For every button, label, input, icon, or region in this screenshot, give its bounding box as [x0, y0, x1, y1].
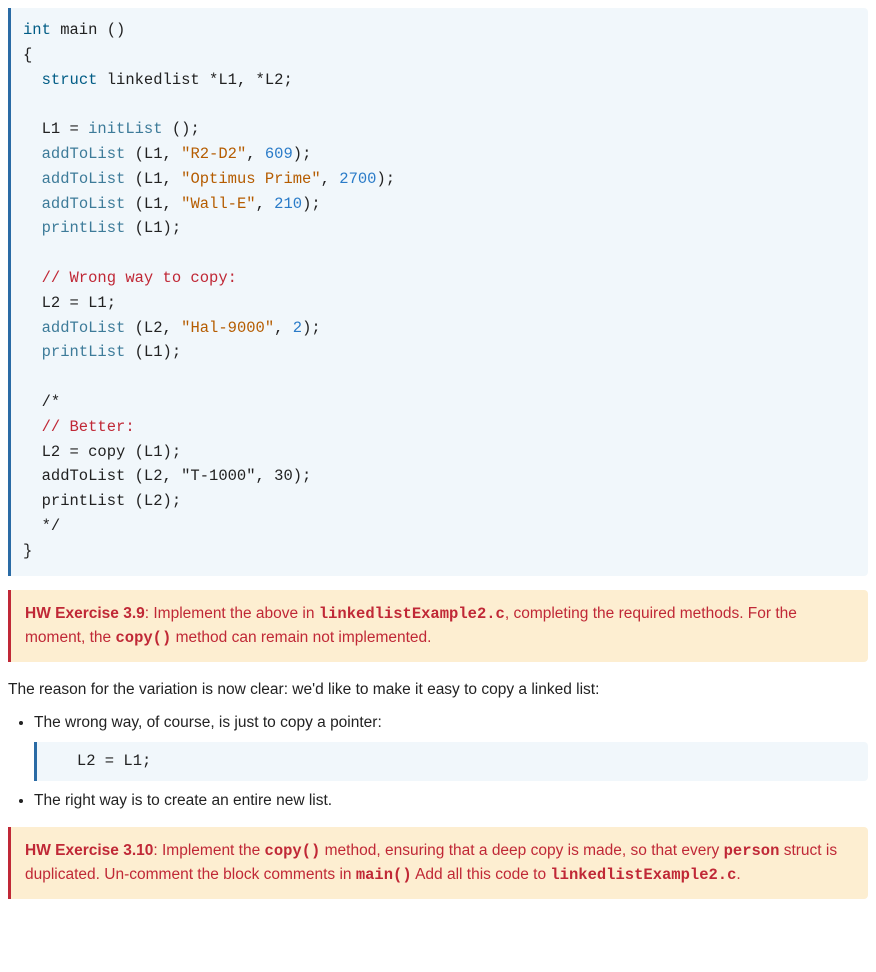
- comma: ,: [274, 319, 293, 337]
- block-comment-close: */: [23, 517, 60, 535]
- list-item-right-way: The right way is to create an entire new…: [34, 789, 868, 812]
- call-addtolist: addToList: [42, 319, 126, 337]
- exercise-3-9: HW Exercise 3.9: Implement the above in …: [8, 590, 868, 662]
- num-2: 2: [293, 319, 302, 337]
- call-args: (L1,: [125, 195, 181, 213]
- call-printlist: printList: [42, 219, 126, 237]
- assign-l2-l1: L2 = L1;: [23, 294, 116, 312]
- list-item-wrong-way: The wrong way, of course, is just to cop…: [34, 711, 868, 782]
- exercise-text: : Implement the above in: [145, 605, 319, 622]
- exercise-text: .: [736, 866, 740, 883]
- num-609: 609: [265, 145, 293, 163]
- num-210: 210: [274, 195, 302, 213]
- string-hal9000: "Hal-9000": [181, 319, 274, 337]
- indent: [23, 71, 42, 89]
- indent: [23, 170, 42, 188]
- exercise-label: HW Exercise 3.9: [25, 605, 145, 622]
- main-decl: main (): [51, 21, 125, 39]
- var-decl: linkedlist *L1, *L2;: [97, 71, 292, 89]
- body-intro-text: The reason for the variation is now clea…: [8, 678, 868, 701]
- call-args: (L1);: [125, 343, 181, 361]
- main-code-block: int main () { struct linkedlist *L1, *L2…: [8, 8, 868, 576]
- comma: ,: [321, 170, 340, 188]
- call-args: (L1,: [125, 145, 181, 163]
- indent: [23, 219, 42, 237]
- paren-close: );: [302, 319, 321, 337]
- call-args: ();: [163, 120, 200, 138]
- exercise-text: Add all this code to: [412, 866, 551, 883]
- brace-open: {: [23, 46, 32, 64]
- num-2700: 2700: [339, 170, 376, 188]
- assign-l2-copy: L2 = copy (L1);: [23, 443, 181, 461]
- call-initlist: initList: [88, 120, 162, 138]
- call-args: (L1,: [125, 170, 181, 188]
- exercise-3-10: HW Exercise 3.10: Implement the copy() m…: [8, 827, 868, 899]
- indent: [23, 343, 42, 361]
- call-args: (L2,: [125, 319, 181, 337]
- comment-wrong-way: // Wrong way to copy:: [23, 269, 237, 287]
- paren-close: );: [302, 195, 321, 213]
- print-l2: printList (L2);: [23, 492, 181, 510]
- inline-code-main: main(): [356, 866, 412, 884]
- keyword-int: int: [23, 21, 51, 39]
- indent: [23, 195, 42, 213]
- indent: [23, 145, 42, 163]
- exercise-text: method, ensuring that a deep copy is mad…: [320, 842, 723, 859]
- add-t1000: addToList (L2, "T-1000", 30);: [23, 467, 311, 485]
- inline-code-person: person: [724, 842, 780, 860]
- inline-code-filename: linkedlistExample2.c: [319, 605, 505, 623]
- wrong-way-code: L2 = L1;: [34, 742, 868, 781]
- paren-close: );: [377, 170, 396, 188]
- exercise-text: method can remain not implemented.: [171, 629, 431, 646]
- string-optimus: "Optimus Prime": [181, 170, 321, 188]
- call-addtolist: addToList: [42, 195, 126, 213]
- paren-close: );: [293, 145, 312, 163]
- string-r2d2: "R2-D2": [181, 145, 246, 163]
- indent: L1 =: [23, 120, 88, 138]
- inline-code-copy: copy(): [115, 629, 171, 647]
- bullet-text: The right way is to create an entire new…: [34, 792, 332, 809]
- call-addtolist: addToList: [42, 145, 126, 163]
- bullet-text: The wrong way, of course, is just to cop…: [34, 714, 382, 731]
- exercise-label: HW Exercise 3.10: [25, 842, 153, 859]
- call-addtolist: addToList: [42, 170, 126, 188]
- inline-code-filename: linkedlistExample2.c: [550, 866, 736, 884]
- exercise-text: : Implement the: [153, 842, 264, 859]
- brace-close: }: [23, 542, 32, 560]
- comma: ,: [256, 195, 275, 213]
- comma: ,: [246, 145, 265, 163]
- inline-code-copy: copy(): [265, 842, 321, 860]
- string-walle: "Wall-E": [181, 195, 255, 213]
- comment-better: // Better:: [23, 418, 135, 436]
- keyword-struct: struct: [42, 71, 98, 89]
- indent: [23, 319, 42, 337]
- explanation-list: The wrong way, of course, is just to cop…: [8, 711, 868, 813]
- block-comment-open: /*: [23, 393, 60, 411]
- call-printlist: printList: [42, 343, 126, 361]
- call-args: (L1);: [125, 219, 181, 237]
